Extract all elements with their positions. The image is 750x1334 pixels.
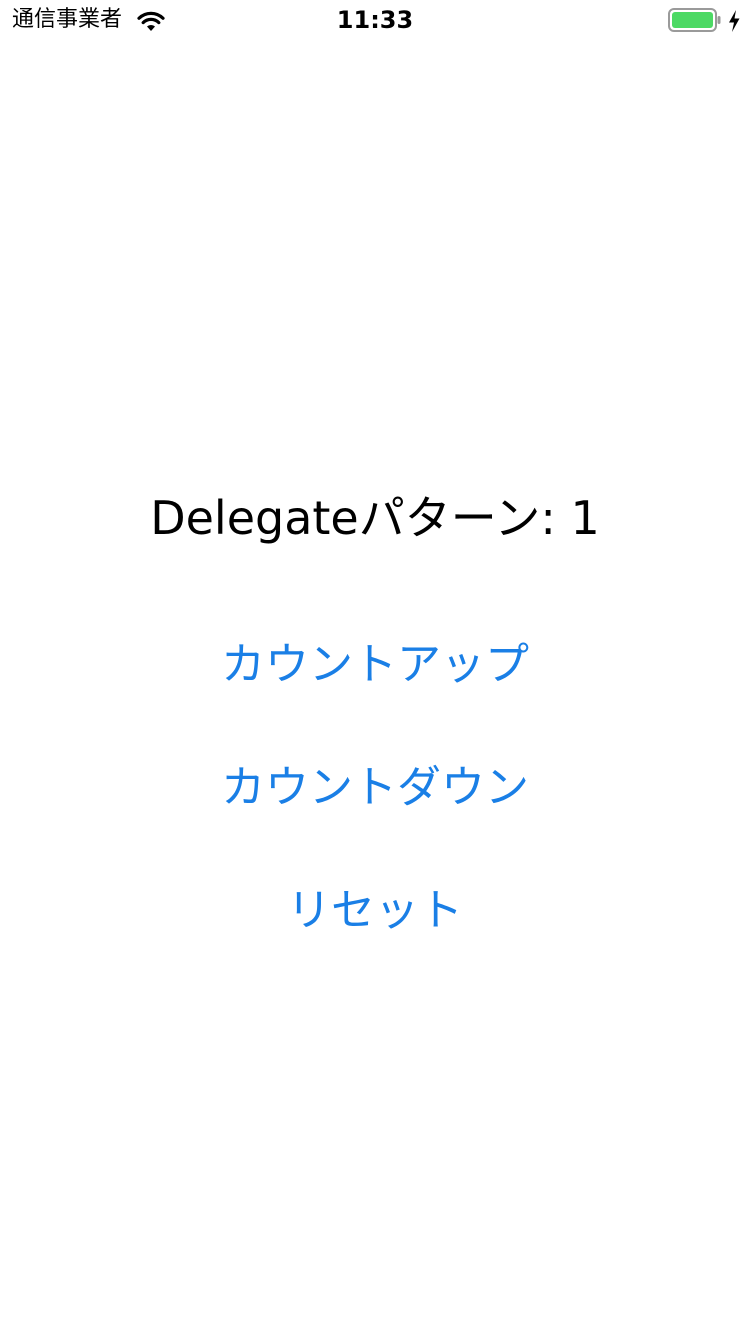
- status-bar: 通信事業者 11:33: [0, 0, 750, 40]
- counter-label: Delegateパターン: 1: [150, 491, 600, 545]
- charging-bolt-icon: [729, 10, 740, 32]
- count-up-button[interactable]: カウントアップ: [175, 630, 575, 700]
- reset-button[interactable]: リセット: [175, 876, 575, 946]
- status-time: 11:33: [336, 6, 414, 34]
- count-down-button[interactable]: カウントダウン: [175, 753, 575, 823]
- battery-icon: [668, 8, 721, 32]
